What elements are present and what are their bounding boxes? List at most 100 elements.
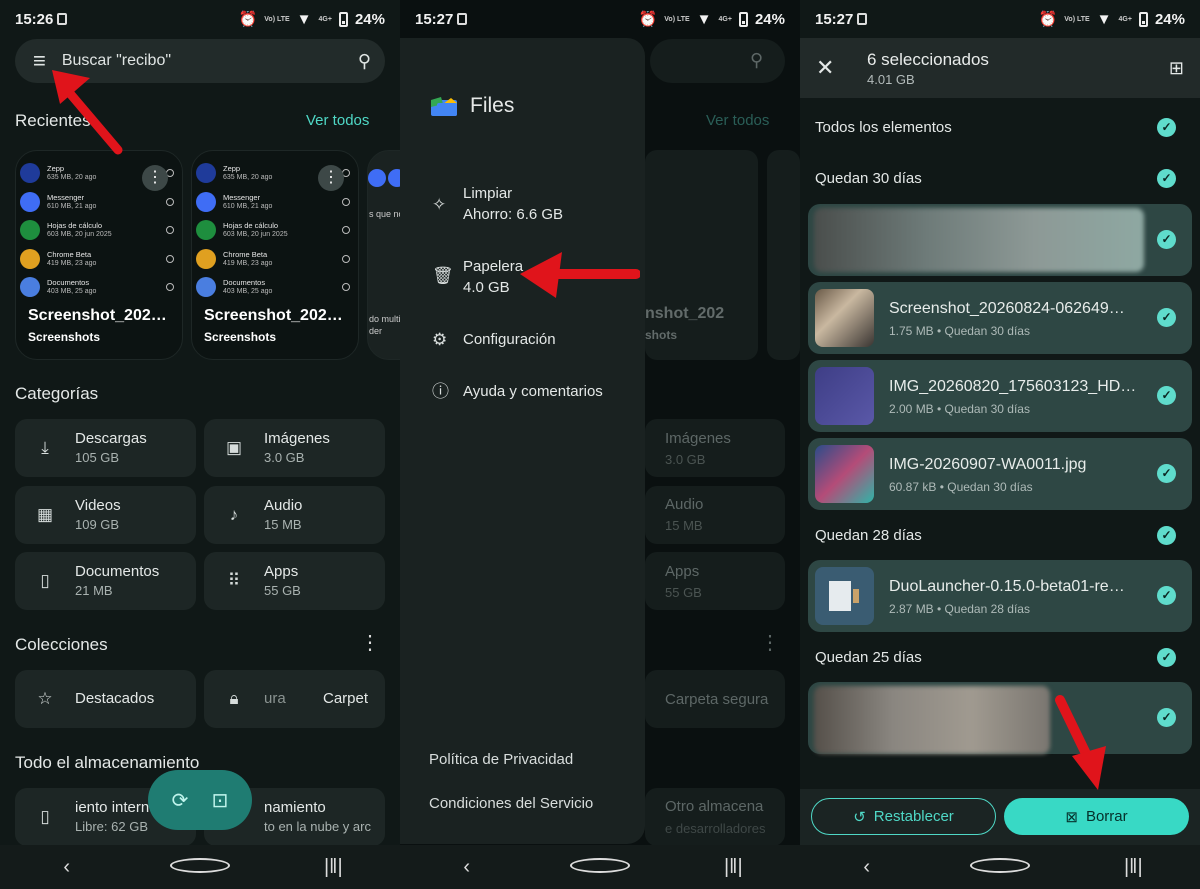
file-checkbox[interactable]: ✓ <box>1157 586 1176 605</box>
section-25-checkbox[interactable]: ✓ <box>1157 648 1176 667</box>
home-icon[interactable] <box>969 856 1030 879</box>
collection-name: Carpet <box>323 690 369 707</box>
category-name: Videos <box>75 497 121 514</box>
thumbnail-text: der <box>369 326 383 336</box>
category-images[interactable]: ▣ Imágenes 3.0 GB <box>204 419 385 477</box>
trash-file-item[interactable]: Screenshot_20260824-062649… 1.75 MB • Qu… <box>808 282 1192 354</box>
recents-icon[interactable]: |‖| <box>303 856 363 879</box>
more-options-icon[interactable]: ⋮ <box>360 630 380 655</box>
drawer-item-label: Configuración <box>463 331 556 348</box>
scan-icon[interactable]: ⊡ <box>212 788 229 813</box>
more-options-icon[interactable]: ⋮ <box>318 165 344 191</box>
recent-thumbnail[interactable]: s que no do multi der <box>367 150 400 360</box>
row-meta: 419 MB, 23 ago <box>223 259 273 267</box>
categories-title: Categorías <box>15 384 99 403</box>
selection-toolbar <box>800 38 1200 98</box>
close-icon[interactable]: ✕ <box>816 55 834 81</box>
category-size: 21 MB <box>75 583 113 598</box>
category-documents[interactable]: ▯ Documentos 21 MB <box>15 552 196 610</box>
file-checkbox[interactable]: ✓ <box>1157 464 1176 483</box>
alarm-icon: ⏰ <box>1038 11 1058 28</box>
search-icon[interactable]: ⚲ <box>358 51 371 72</box>
alarm-icon: ⏰ <box>238 11 258 28</box>
background-images-size: 3.0 GB <box>665 452 706 467</box>
drawer-item-sub: 4.0 GB <box>463 279 510 296</box>
file-checkbox[interactable]: ✓ <box>1157 308 1176 327</box>
storage-free: Libre: 62 GB <box>75 819 148 834</box>
recents-icon[interactable]: |‖| <box>1103 856 1163 879</box>
home-icon[interactable] <box>569 856 630 879</box>
recent-thumbnail[interactable]: Zepp 635 MB, 20 ago Messenger 610 MB, 21 a… <box>15 150 183 360</box>
download-icon: ⤓ <box>41 438 49 457</box>
recents-icon[interactable]: |‖| <box>703 856 763 879</box>
delete-button[interactable]: ⊠ Borrar <box>1004 798 1189 835</box>
trash-file-item[interactable]: ✓ <box>808 682 1192 754</box>
drawer-item-clean[interactable]: ✧ Limpiar Ahorro: 6.6 GB <box>432 183 563 225</box>
drawer-item-settings[interactable]: ⚙ Configuración <box>432 329 556 350</box>
file-checkbox[interactable]: ✓ <box>1157 708 1176 727</box>
category-downloads[interactable]: ⤓ Descargas 105 GB <box>15 419 196 477</box>
category-name: Imágenes <box>264 430 330 447</box>
thumbnail-caption: Screenshot_202… <box>28 307 167 324</box>
navigation-drawer <box>400 38 645 844</box>
privacy-policy-link[interactable]: Política de Privacidad <box>429 751 573 768</box>
category-name: Apps <box>264 563 299 580</box>
file-thumbnail <box>815 289 874 347</box>
network-type: 4G+ <box>718 15 732 23</box>
category-size: 109 GB <box>75 517 120 532</box>
trash-file-item[interactable]: ✓ <box>808 204 1192 276</box>
section-30-checkbox[interactable]: ✓ <box>1157 169 1176 188</box>
file-checkbox[interactable]: ✓ <box>1157 230 1176 249</box>
section-28-checkbox[interactable]: ✓ <box>1157 526 1176 545</box>
grid-view-icon[interactable]: ⊞ <box>1169 58 1184 79</box>
home-icon[interactable] <box>169 856 230 879</box>
category-size: 105 GB <box>75 450 120 465</box>
category-apps[interactable]: ⠿ Apps 55 GB <box>204 552 385 610</box>
category-name: Descargas <box>75 430 147 447</box>
back-icon[interactable]: ‹ <box>37 856 97 879</box>
storage-name: iento intern <box>75 799 150 816</box>
file-checkbox[interactable]: ✓ <box>1157 386 1176 405</box>
background-audio: Audio <box>665 496 704 513</box>
navigation-drawer-screen: 15:27 ⏰ Vo) LTE ▼ 4G+ 24% ⚲ Ver todos ns… <box>400 0 800 889</box>
terms-of-service-link[interactable]: Condiciones del Servicio <box>429 795 593 812</box>
drawer-item-help[interactable]: ⓘ Ayuda y comentarios <box>432 381 603 402</box>
apk-file-icon <box>815 567 874 625</box>
secure-folder-collection[interactable]: 🔒︎ ura Carpet <box>204 670 385 728</box>
drawer-item-label: Limpiar <box>463 185 513 202</box>
network-type: 4G+ <box>318 15 332 23</box>
volte-indicator: Vo) LTE <box>264 15 290 23</box>
hamburger-menu-icon[interactable]: ≡ <box>33 48 46 74</box>
more-options-icon[interactable]: ⋮ <box>142 165 168 191</box>
row-meta: 603 MB, 20 jun 2025 <box>223 231 288 239</box>
trash-file-item[interactable]: DuoLauncher-0.15.0-beta01-re… 2.87 MB • … <box>808 560 1192 632</box>
back-icon[interactable]: ‹ <box>837 856 897 879</box>
see-all-link[interactable]: Ver todos <box>306 112 369 129</box>
recent-thumbnail[interactable]: Zepp 635 MB, 20 ago Messenger 610 MB, 21 a… <box>191 150 359 360</box>
row-name: Documentos <box>223 278 266 288</box>
app-icon <box>196 163 216 184</box>
floating-action-bar[interactable]: ⟳ ⊡ <box>148 770 252 830</box>
category-audio[interactable]: ♪ Audio 15 MB <box>204 486 385 544</box>
section-30-days: Quedan 30 días <box>815 170 922 187</box>
thumbnail-text: do multi <box>369 314 400 324</box>
category-videos[interactable]: ▦ Videos 109 GB <box>15 486 196 544</box>
thumbnail-text: s que no <box>369 209 400 219</box>
row-meta: 403 MB, 25 ago <box>47 288 97 296</box>
background-images: Imágenes <box>665 430 731 447</box>
status-bar: 15:27 ⏰ Vo) LTE ▼ 4G+ 24% <box>400 0 800 38</box>
thumbnail-caption: Screenshot_202… <box>204 307 343 324</box>
drawer-item-trash[interactable]: 🗑︎ Papelera 4.0 GB <box>432 256 523 298</box>
select-all-checkbox[interactable]: ✓ <box>1157 118 1176 137</box>
trash-file-item[interactable]: IMG_20260820_175603123_HD… 2.00 MB • Que… <box>808 360 1192 432</box>
more-options-icon: ⋮ <box>760 632 780 654</box>
trash-file-item[interactable]: IMG-20260907-WA0011.jpg 60.87 kB • Queda… <box>808 438 1192 510</box>
status-time: 15:27 <box>815 10 854 28</box>
back-icon[interactable]: ‹ <box>437 856 497 879</box>
favorites-collection[interactable]: ☆ Destacados <box>15 670 196 728</box>
sync-icon[interactable]: ⟳ <box>172 788 189 813</box>
battery-icon <box>1138 11 1148 27</box>
restore-button[interactable]: ↺ Restablecer <box>811 798 996 835</box>
background-folder: shots <box>645 328 678 342</box>
collection-name: ura <box>264 690 286 707</box>
